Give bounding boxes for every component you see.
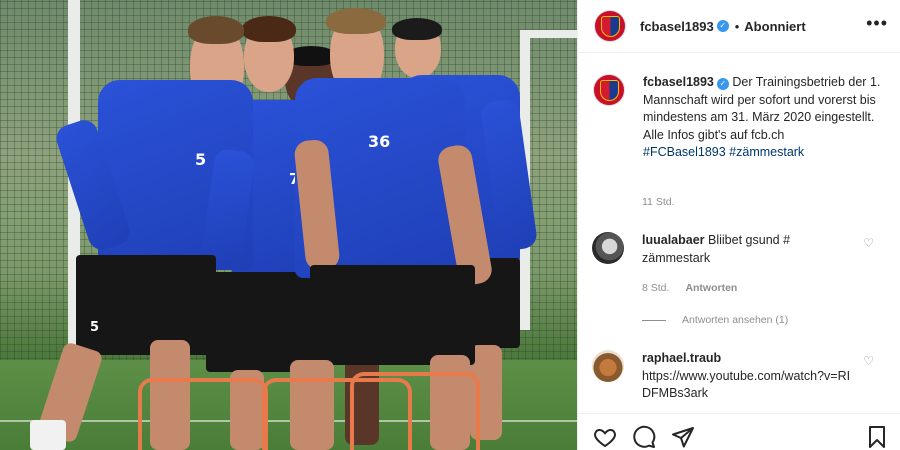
- account-username[interactable]: fcbasel1893: [640, 19, 714, 34]
- post-caption: fcbasel1893 ✓ Der Trainingsbetrieb der 1.…: [593, 74, 893, 162]
- post-header: fcbasel1893 ✓ • Abonniert •••: [578, 0, 900, 53]
- post-action-bar: [577, 413, 900, 450]
- fcb-crest-icon: [600, 80, 619, 101]
- heart-icon[interactable]: [593, 425, 617, 449]
- caption-timestamp: 11 Std.: [642, 196, 675, 208]
- more-horizontal-icon[interactable]: •••: [866, 13, 888, 33]
- follow-status[interactable]: Abonniert: [744, 19, 805, 34]
- comment-like-heart-icon[interactable]: ♡: [863, 354, 874, 368]
- comment-body: luualabaer Bliibet gsund # zämmestark: [642, 232, 852, 267]
- goal-crossbar: [520, 30, 577, 38]
- post-photo[interactable]: 7 5 5 36: [0, 0, 577, 450]
- commenter-avatar[interactable]: [592, 232, 624, 264]
- training-hurdle: [138, 378, 268, 450]
- fcb-crest-icon: [601, 16, 620, 37]
- comment-username[interactable]: raphael.traub: [642, 351, 721, 365]
- comment-username[interactable]: luualabaer: [642, 233, 705, 247]
- comment-item: luualabaer Bliibet gsund # zämmestark ♡: [592, 232, 892, 267]
- comment-icon[interactable]: [632, 425, 656, 449]
- training-hurdle: [350, 372, 480, 450]
- account-avatar[interactable]: [594, 10, 626, 42]
- caption-avatar[interactable]: [593, 74, 625, 106]
- caption-username[interactable]: fcbasel1893: [643, 75, 714, 89]
- verified-badge-icon: ✓: [716, 20, 729, 32]
- player-number: 5: [195, 150, 207, 169]
- separator-dot: •: [734, 18, 740, 34]
- comment-timestamp: 8 Std.: [642, 282, 670, 294]
- view-replies-button[interactable]: Antworten ansehen (1): [642, 314, 788, 326]
- player-number: 36: [368, 132, 391, 151]
- bookmark-icon[interactable]: [865, 425, 889, 449]
- reply-button[interactable]: Antworten: [685, 282, 737, 294]
- shorts-number: 5: [90, 320, 100, 335]
- comment-meta: 8 Std. Antworten: [642, 282, 737, 294]
- comment-like-heart-icon[interactable]: ♡: [863, 236, 874, 250]
- verified-badge-icon: ✓: [716, 78, 729, 90]
- caption-body: fcbasel1893 ✓ Der Trainingsbetrieb der 1.…: [643, 74, 883, 162]
- comment-body: raphael.traub https://www.youtube.com/wa…: [642, 350, 852, 403]
- comment-text: https://www.youtube.com/watch?v=RIDFMBs3…: [642, 368, 851, 401]
- caption-hashtags[interactable]: #FCBasel1893 #zämmestark: [643, 145, 804, 159]
- view-replies-label: Antworten ansehen (1): [682, 314, 789, 326]
- share-icon[interactable]: [671, 425, 695, 449]
- replies-dash: [642, 319, 666, 321]
- comment-item: raphael.traub https://www.youtube.com/wa…: [592, 350, 892, 403]
- commenter-avatar[interactable]: [592, 350, 624, 382]
